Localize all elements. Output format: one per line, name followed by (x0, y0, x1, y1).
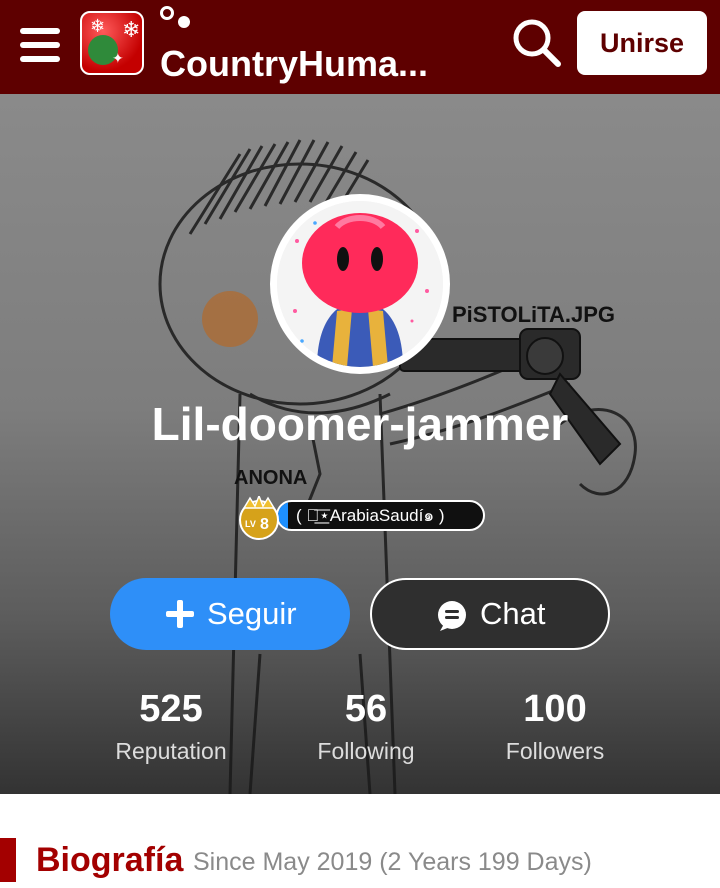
bio-title: Biografía (36, 841, 184, 879)
follow-button-label: Seguir (207, 596, 297, 631)
avatar-image (277, 201, 443, 367)
community-name[interactable]: CountryHuma... (160, 44, 495, 84)
svg-text:PiSTOLiTA.JPG: PiSTOLiTA.JPG (452, 302, 615, 327)
stat-followers[interactable]: 100 Followers (455, 686, 655, 768)
stat-reputation[interactable]: 525 Reputation (71, 686, 271, 768)
level-row: ( ༺͟͞⋆ArabiaSaudí๑ ) LV 8 (236, 493, 496, 540)
custom-title-text: ( ༺͟͞⋆ArabiaSaudí๑ ) (296, 506, 445, 525)
menu-icon[interactable] (20, 28, 60, 62)
following-count: 56 (344, 688, 388, 730)
avatar[interactable] (270, 194, 450, 374)
reputation-label: Reputation (115, 738, 227, 764)
custom-title-badge: ( ༺͟͞⋆ArabiaSaudí๑ ) (276, 500, 485, 531)
svg-text:8: 8 (260, 516, 269, 533)
search-icon[interactable] (510, 16, 564, 70)
amino-logo-icon (160, 6, 196, 32)
profile-header: PiSTOLiTA.JPG ANONA Lil-doomer-jammer (… (0, 94, 720, 794)
plus-icon (166, 600, 194, 628)
section-accent-bar (0, 838, 16, 882)
chat-button-label: Chat (480, 596, 546, 631)
chat-button[interactable]: Chat (370, 578, 610, 650)
svg-text:LV: LV (245, 519, 256, 529)
chat-bubble-icon (438, 601, 466, 631)
svg-text:ANONA: ANONA (234, 467, 307, 489)
top-bar: ❄ ❄ ✦ CountryHuma... Unirse (0, 0, 720, 94)
community-icon[interactable]: ❄ ❄ ✦ (80, 11, 144, 75)
stat-following[interactable]: 56 Following (266, 686, 466, 768)
reputation-count: 525 (139, 688, 203, 730)
level-badge[interactable]: LV 8 (236, 493, 282, 540)
followers-label: Followers (505, 738, 605, 764)
bio-section: Biografía Since May 2019 (2 Years 199 Da… (0, 794, 720, 888)
followers-count: 100 (523, 688, 587, 730)
join-button[interactable]: Unirse (577, 11, 707, 75)
following-label: Following (317, 738, 415, 764)
member-since: Since May 2019 (2 Years 199 Days) (193, 848, 592, 876)
username: Lil-doomer-jammer (151, 398, 569, 450)
crown-icon: LV 8 (239, 493, 279, 540)
follow-button[interactable]: Seguir (110, 578, 350, 650)
